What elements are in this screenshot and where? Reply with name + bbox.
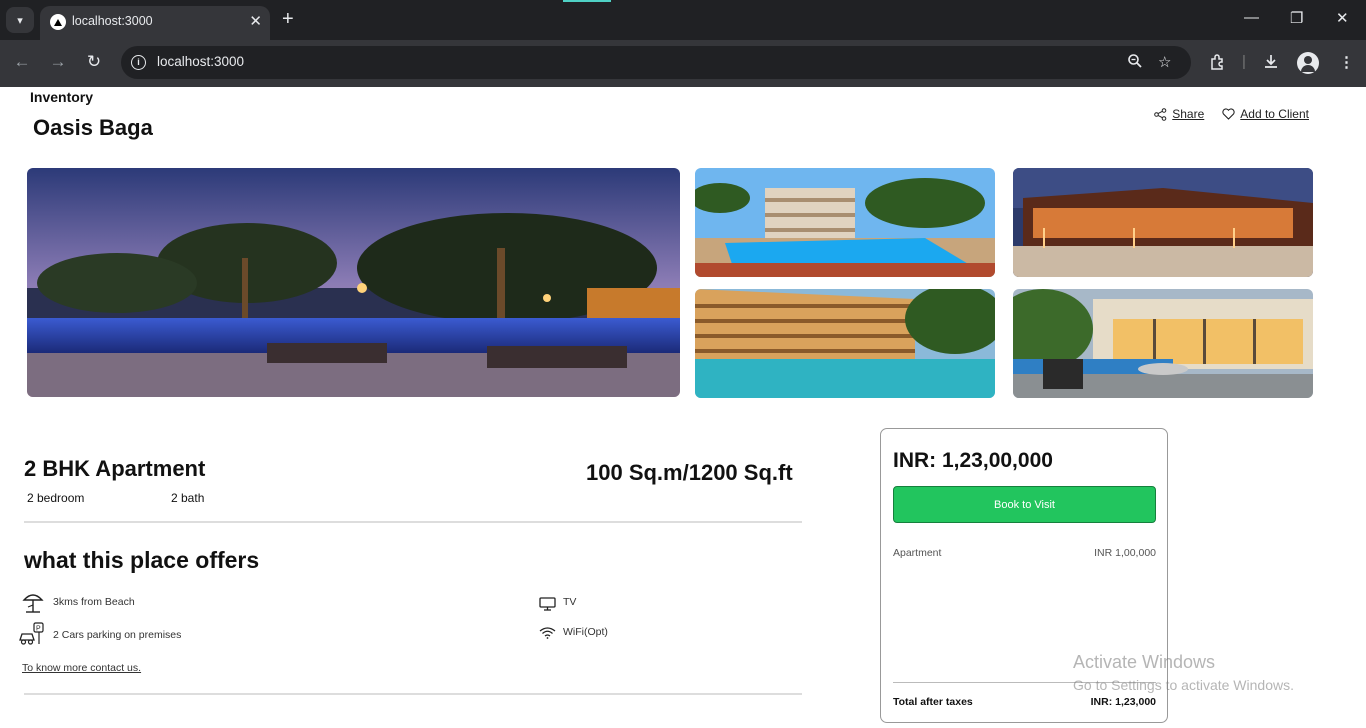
amenity-beach: 3kms from Beach	[53, 596, 135, 608]
site-info-icon[interactable]: i	[131, 55, 146, 70]
offers-title: what this place offers	[24, 547, 260, 573]
total-label: Total after taxes	[893, 696, 973, 708]
apartment-area: 100 Sq.m/1200 Sq.ft	[586, 460, 793, 485]
amenity-wifi: WiFi(Opt)	[563, 626, 608, 638]
share-label: Share	[1172, 107, 1205, 121]
gallery-image-beach-shack[interactable]	[1013, 168, 1313, 277]
toolbar-separator: |	[1242, 53, 1246, 70]
address-bar[interactable]: i localhost:3000 ☆	[121, 46, 1191, 79]
bath-count: 2 bath	[171, 491, 205, 505]
price: INR: 1,23,00,000	[893, 449, 1053, 472]
line-item-row: Apartment INR 1,00,000	[893, 547, 1156, 559]
main-gallery-image[interactable]	[27, 168, 680, 397]
gallery-image-pool-resort[interactable]	[695, 168, 995, 277]
zoom-icon[interactable]	[1127, 53, 1143, 73]
total-value: INR: 1,23,000	[1090, 696, 1156, 708]
activation-watermark-subtitle: Go to Settings to activate Windows.	[1073, 677, 1294, 693]
tab-close-icon[interactable]: ✕	[249, 12, 262, 30]
section-divider	[24, 521, 802, 523]
heart-icon	[1222, 108, 1235, 120]
activation-watermark-title: Activate Windows	[1073, 652, 1216, 672]
tv-icon	[539, 597, 556, 611]
add-to-client-button[interactable]: Add to Client	[1222, 107, 1309, 121]
tab-title: localhost:3000	[72, 14, 153, 28]
book-to-visit-button[interactable]: Book to Visit	[893, 486, 1156, 523]
bookmark-star-icon[interactable]: ☆	[1158, 53, 1171, 71]
header-actions: Share Add to Client	[1154, 107, 1309, 121]
line-item-value: INR 1,00,000	[1094, 547, 1156, 559]
apartment-type: 2 BHK Apartment	[24, 456, 206, 481]
minimize-icon[interactable]: —	[1244, 9, 1259, 26]
window-close-icon[interactable]: ✕	[1336, 9, 1349, 27]
tab-strip-accent	[563, 0, 611, 2]
extensions-icon[interactable]	[1209, 53, 1227, 75]
back-arrow-icon[interactable]: ←	[11, 52, 33, 72]
share-icon	[1154, 107, 1167, 121]
car-parking-icon: P	[19, 622, 44, 645]
gallery-image-hotel-facade[interactable]	[695, 289, 995, 398]
bedroom-count: 2 bedroom	[27, 491, 85, 505]
contact-us-link[interactable]: To know more contact us.	[22, 662, 141, 674]
restore-icon[interactable]: ❐	[1290, 9, 1303, 27]
beach-umbrella-icon	[22, 594, 44, 613]
section-divider	[24, 693, 802, 695]
line-item-label: Apartment	[893, 547, 942, 559]
browser-tab-bar: ▾ localhost:3000 ✕ + — ❐ ✕	[0, 0, 1366, 40]
tab-search-dropdown-icon[interactable]: ▾	[6, 7, 34, 33]
new-tab-button[interactable]: +	[282, 8, 294, 30]
add-to-client-label: Add to Client	[1240, 107, 1309, 121]
share-button[interactable]: Share	[1154, 107, 1204, 121]
browser-toolbar: ← → ↻ i localhost:3000 ☆ | ⋮	[0, 40, 1366, 87]
downloads-icon[interactable]	[1262, 53, 1280, 75]
page-title: Oasis Baga	[33, 115, 153, 140]
amenity-parking: 2 Cars parking on premises	[53, 629, 182, 641]
amenity-tv: TV	[563, 596, 577, 608]
breadcrumb[interactable]: Inventory	[30, 89, 93, 105]
address-url[interactable]: localhost:3000	[157, 54, 244, 69]
more-menu-icon[interactable]: ⋮	[1339, 53, 1354, 71]
gallery-image-villa-pool[interactable]	[1013, 289, 1313, 398]
browser-tab[interactable]: localhost:3000 ✕	[40, 6, 270, 40]
svg-text:P: P	[36, 626, 41, 633]
forward-arrow-icon[interactable]: →	[47, 52, 69, 72]
reload-icon[interactable]: ↻	[83, 52, 105, 72]
total-row: Total after taxes INR: 1,23,000	[893, 696, 1156, 708]
site-favicon-icon	[50, 14, 66, 30]
wifi-icon	[539, 627, 556, 639]
profile-avatar-icon[interactable]	[1297, 52, 1319, 74]
